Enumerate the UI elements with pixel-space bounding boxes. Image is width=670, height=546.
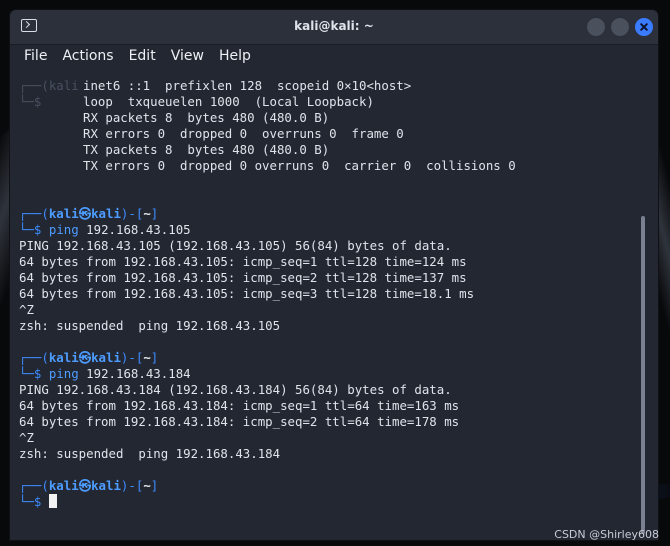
output-line: loop txqueuelen 1000 (Local Loopback) xyxy=(83,94,374,109)
menu-file[interactable]: File xyxy=(24,47,54,71)
menu-help[interactable]: Help xyxy=(219,47,258,71)
ghost-prompt-line: └─$ xyxy=(19,94,42,109)
terminal-output[interactable]: ┌──(kali └─$ inet6 ::1 prefixlen 128 sco… xyxy=(10,71,658,540)
output-line: 64 bytes from 192.168.43.105: icmp_seq=2… xyxy=(19,270,467,285)
menu-edit[interactable]: Edit xyxy=(129,47,163,71)
menu-bar: File Actions Edit View Help xyxy=(10,45,658,71)
output-line: PING 192.168.43.105 (192.168.43.105) 56(… xyxy=(19,238,452,253)
output-line: zsh: suspended ping 192.168.43.184 xyxy=(19,446,281,461)
scrollbar-thumb[interactable] xyxy=(641,216,645,534)
watermark: CSDN @Shirley608 xyxy=(554,528,659,541)
command-input-line[interactable]: └─$ xyxy=(19,494,57,510)
output-line: TX packets 8 bytes 480 (480.0 B) xyxy=(83,142,330,157)
menu-view[interactable]: View xyxy=(171,47,211,71)
output-line: 64 bytes from 192.168.43.105: icmp_seq=3… xyxy=(19,286,475,301)
close-button[interactable] xyxy=(635,18,653,36)
shell-prompt: ┌──(kali㉿kali)-[~] xyxy=(19,478,159,493)
maximize-button[interactable] xyxy=(611,18,629,36)
output-line: RX packets 8 bytes 480 (480.0 B) xyxy=(83,110,330,125)
kali-skull-icon: ㉿ xyxy=(78,478,92,493)
output-line: inet6 ::1 prefixlen 128 scopeid 0×10<hos… xyxy=(83,78,412,93)
output-line: PING 192.168.43.184 (192.168.43.184) 56(… xyxy=(19,382,452,397)
title-bar[interactable]: kali@kali: ~ xyxy=(10,10,658,45)
output-line: ^Z xyxy=(19,430,34,445)
window-title: kali@kali: ~ xyxy=(294,19,374,33)
text-cursor xyxy=(48,494,57,508)
scrollbar[interactable] xyxy=(641,216,648,534)
output-line: zsh: suspended ping 192.168.43.105 xyxy=(19,318,281,333)
ghost-prompt-line: ┌──(kali xyxy=(19,78,79,93)
shell-prompt: ┌──(kali㉿kali)-[~] xyxy=(19,350,159,365)
command-line: └─$ ping 192.168.43.105 xyxy=(19,222,191,237)
output-line: 64 bytes from 192.168.43.105: icmp_seq=1… xyxy=(19,254,467,269)
kali-skull-icon: ㉿ xyxy=(78,350,92,365)
output-line: 64 bytes from 192.168.43.184: icmp_seq=2… xyxy=(19,414,460,429)
minimize-button[interactable] xyxy=(587,18,605,36)
output-line: RX errors 0 dropped 0 overruns 0 frame 0 xyxy=(83,126,404,141)
output-line: ^Z xyxy=(19,302,34,317)
kali-skull-icon: ㉿ xyxy=(78,206,92,221)
output-line: 64 bytes from 192.168.43.184: icmp_seq=1… xyxy=(19,398,460,413)
shell-prompt: ┌──(kali㉿kali)-[~] xyxy=(19,206,159,221)
command-line: └─$ ping 192.168.43.184 xyxy=(19,366,191,381)
output-line: TX errors 0 dropped 0 overruns 0 carrier… xyxy=(83,158,516,173)
terminal-window: kali@kali: ~ File Actions Edit View Help… xyxy=(10,10,658,540)
menu-actions[interactable]: Actions xyxy=(62,47,120,71)
